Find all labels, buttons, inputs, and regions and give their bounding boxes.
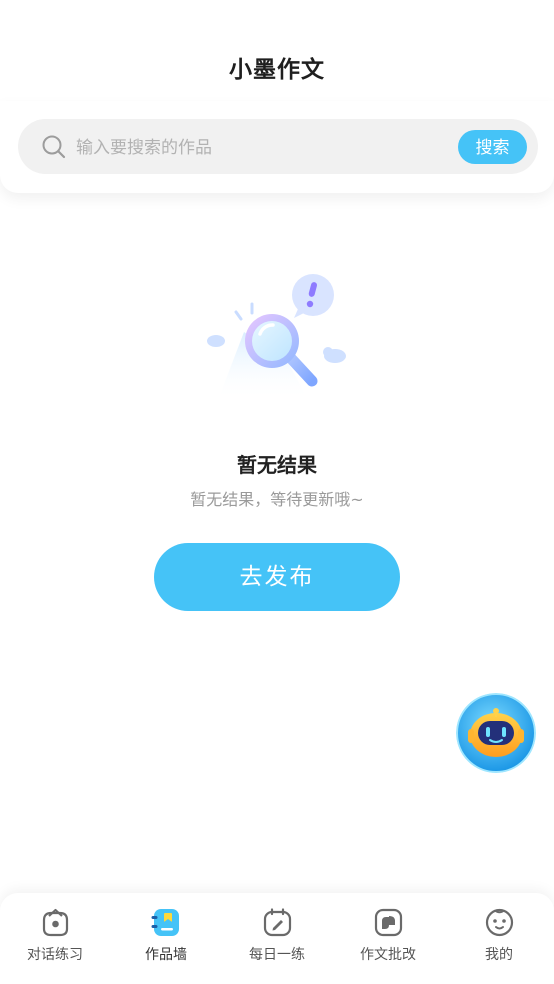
tab-label: 作品墙 [145,947,187,963]
essay-correction-icon [374,908,403,937]
tab-works-wall[interactable]: 作品墙 [111,893,221,984]
empty-state-subtitle: 暂无结果，等待更新哦~ [190,490,364,509]
profile-icon [485,908,514,937]
ai-assistant-icon[interactable] [456,693,536,773]
tab-daily-practice[interactable]: 每日一练 [222,893,332,984]
empty-search-illustration [207,274,346,400]
page-title: 小墨作文 [229,57,325,83]
tab-label: 对话练习 [27,947,83,963]
search-input[interactable] [74,119,448,176]
header: 小墨作文 [0,0,554,102]
search-button[interactable]: 搜索 [458,130,527,164]
tab-label: 每日一练 [249,947,305,963]
search-panel: 搜索 [0,101,554,193]
tab-chat-practice[interactable]: 对话练习 [0,893,110,984]
publish-button[interactable]: 去发布 [154,543,400,611]
search-icon [42,135,66,159]
tab-profile[interactable]: 我的 [444,893,554,984]
empty-state-title: 暂无结果 [237,453,317,477]
daily-practice-icon [263,908,292,937]
chat-practice-icon [42,908,69,937]
tab-label: 作文批改 [360,947,416,963]
works-wall-icon [151,909,179,936]
tab-label: 我的 [485,947,513,963]
bottom-tab-bar: 对话练习 作品墙 每日一练 作文批改 我的 [0,893,554,984]
search-bar: 搜索 [18,119,538,176]
tab-essay-correction[interactable]: 作文批改 [333,893,443,984]
